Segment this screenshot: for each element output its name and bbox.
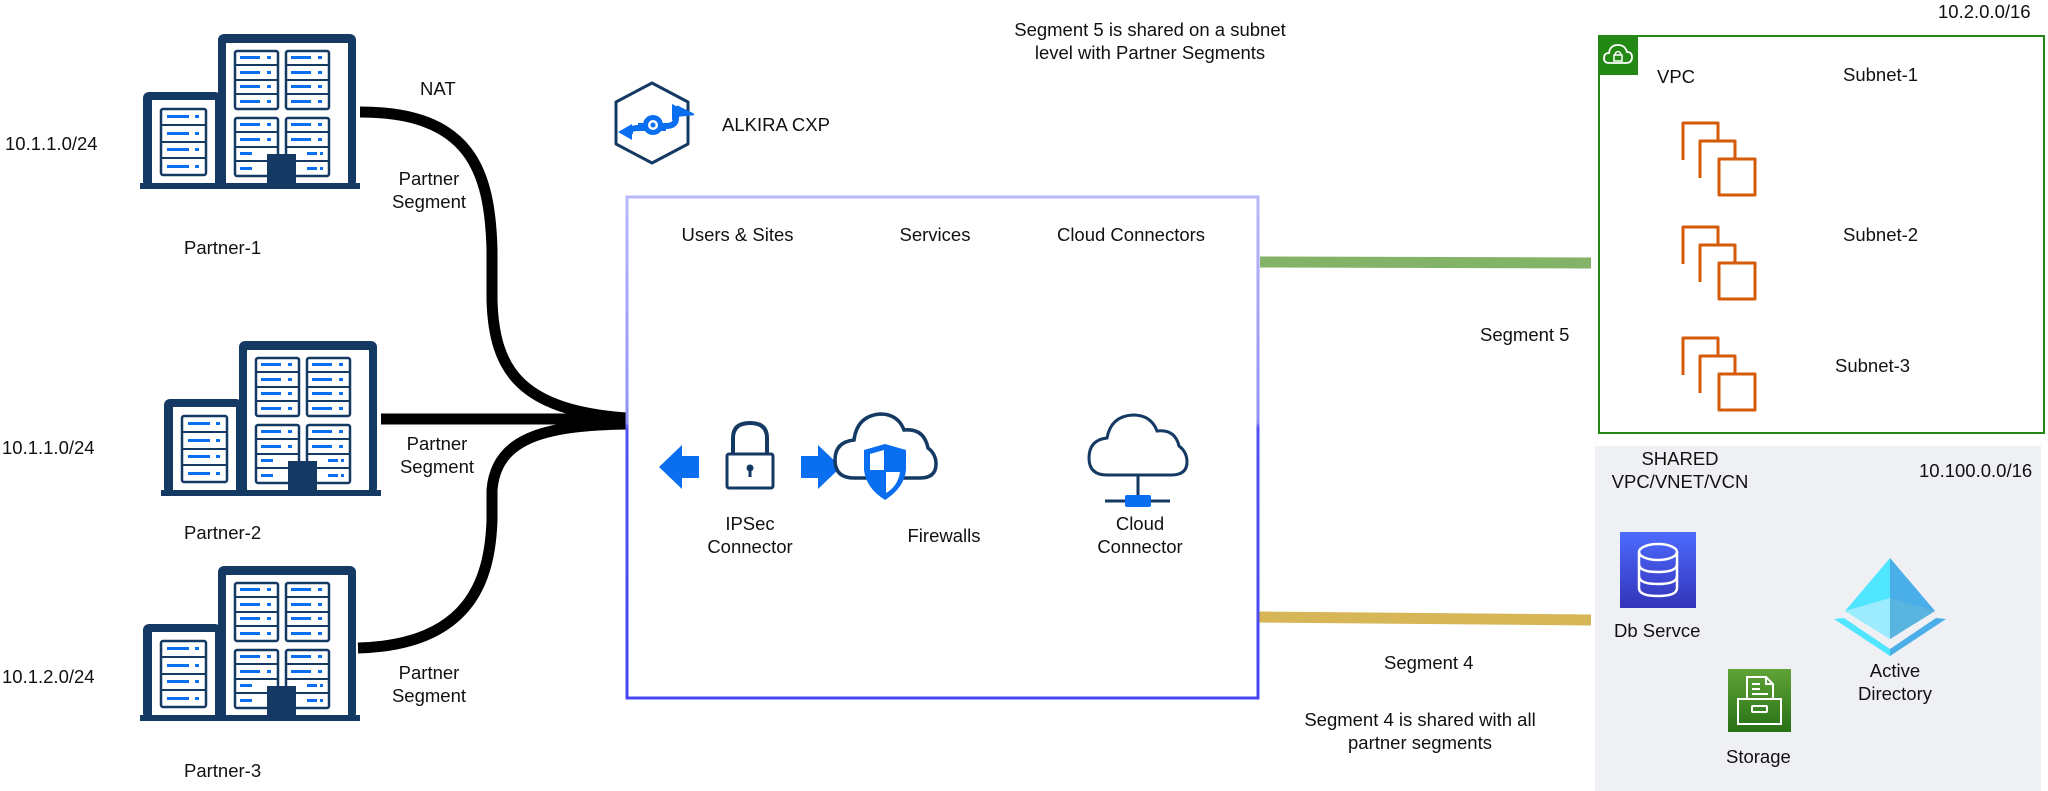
segment5-note: Segment 5 is shared on a subnet level wi… [1014, 19, 1286, 63]
firewalls-label: Firewalls [907, 525, 981, 546]
column-header-services: Services [899, 224, 971, 245]
partner2-name: Partner-2 [184, 522, 262, 543]
nat-label: NAT [420, 78, 456, 99]
partner3-link-label: Partner Segment [391, 662, 467, 706]
active-directory-icon [1834, 558, 1946, 656]
partner2-link-label: Partner Segment [399, 433, 475, 477]
partner1-subnet: 10.1.1.0/24 [5, 133, 98, 154]
db-service-icon [1620, 532, 1696, 608]
segment5-label: Segment 5 [1480, 324, 1570, 345]
vpc-badge [1598, 35, 1638, 75]
building-icon-partner1 [138, 32, 362, 191]
cloud-lock-icon [1603, 44, 1633, 64]
partner3-subnet: 10.1.2.0/24 [2, 666, 95, 687]
ipsec-connector-label: IPSec Connector [707, 513, 793, 557]
column-header-users-sites: Users & Sites [681, 224, 794, 245]
partner1-link-label: Partner Segment [391, 168, 467, 212]
subnet2-label: Subnet-2 [1843, 224, 1919, 245]
vpc-group [1598, 35, 2045, 434]
db-service-label: Db Servce [1614, 620, 1701, 641]
storage-icon [1728, 669, 1791, 732]
alkira-logo-icon [614, 81, 694, 165]
partner2-subnet: 10.1.1.0/24 [2, 437, 95, 458]
ipsec-lock-arrows-icon [659, 420, 841, 490]
shared-vpc-label: SHARED VPC/VNET/VCN [1611, 448, 1749, 492]
subnet1-label: Subnet-1 [1843, 64, 1919, 85]
partner1-name: Partner-1 [184, 237, 262, 258]
active-directory-label: Active Directory [1857, 660, 1932, 704]
building-icon-partner2 [159, 339, 383, 498]
shared-cidr: 10.100.0.0/16 [1919, 460, 2033, 481]
diagram-title: ALKIRA CXP [722, 114, 830, 135]
cloud-shield-icon [833, 412, 938, 500]
storage-label: Storage [1726, 746, 1791, 767]
vpc-cidr: 10.2.0.0/16 [1938, 1, 2031, 22]
segment4-label: Segment 4 [1384, 652, 1474, 673]
vpc-label: VPC [1657, 66, 1696, 87]
cloud-network-icon [1087, 413, 1189, 507]
subnet3-label: Subnet-3 [1835, 355, 1911, 376]
segment4-note: Segment 4 is shared with all partner seg… [1304, 709, 1536, 753]
partner3-name: Partner-3 [184, 760, 262, 781]
column-header-cloud-connectors: Cloud Connectors [1056, 224, 1206, 245]
building-icon-partner3 [138, 564, 362, 723]
cloud-connector-label: Cloud Connector [1097, 513, 1183, 557]
